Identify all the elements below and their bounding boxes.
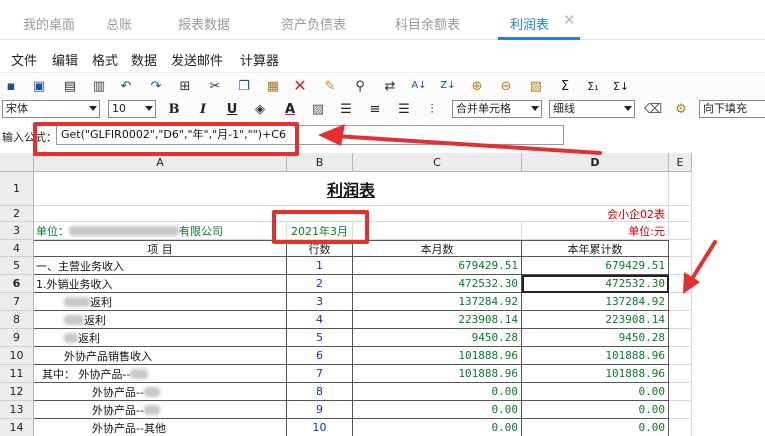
arrow-head-icon xyxy=(318,124,345,146)
annotation-arrows xyxy=(318,124,717,294)
arrow-head-icon xyxy=(683,272,700,294)
annotation-arrow-formula xyxy=(333,134,602,155)
annotation-arrow-cell xyxy=(688,240,717,284)
